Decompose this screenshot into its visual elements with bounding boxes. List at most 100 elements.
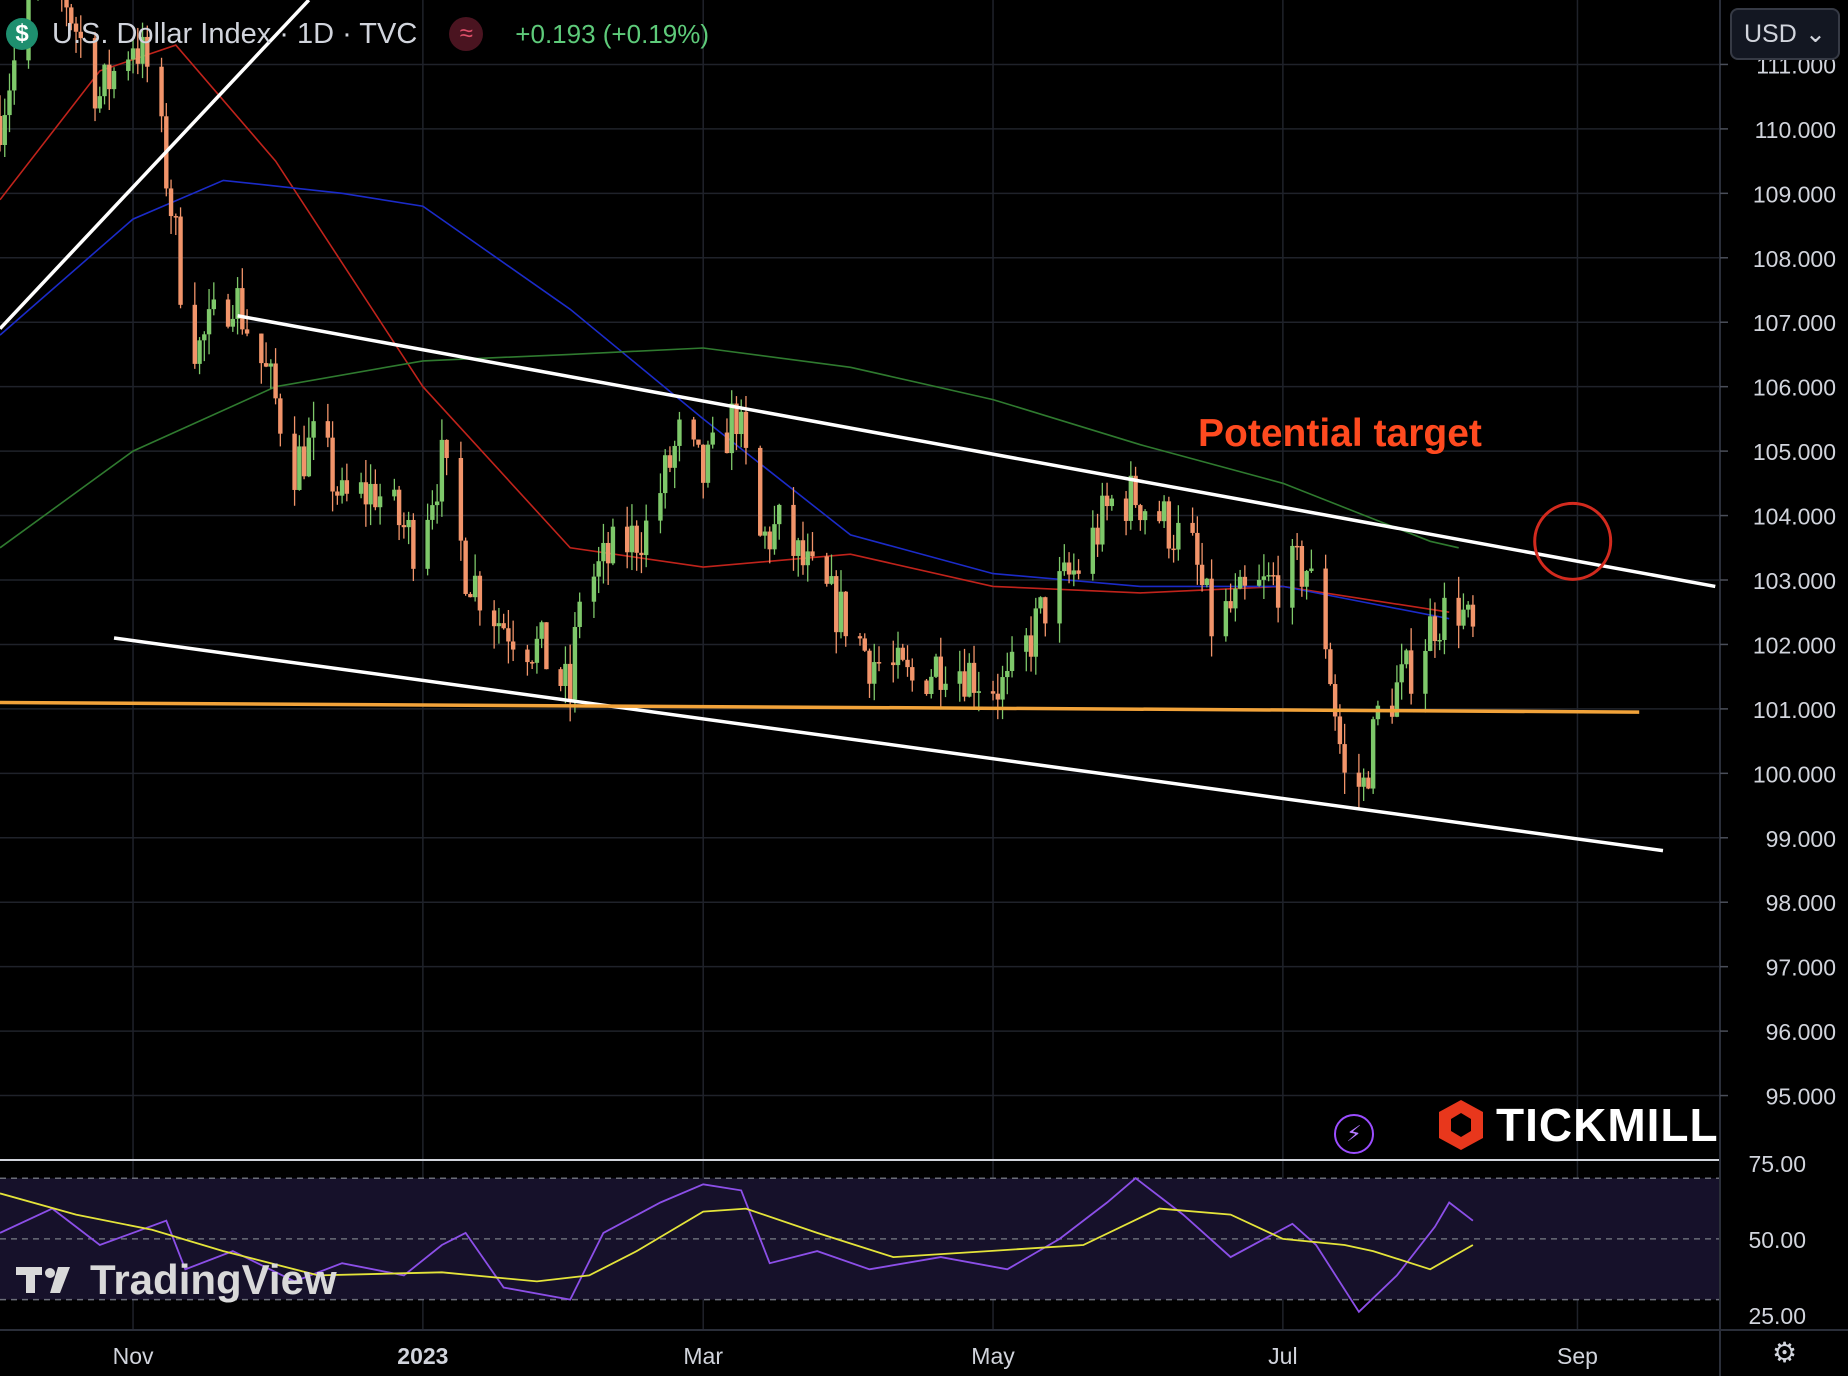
candle-body (259, 333, 264, 364)
candle-body (596, 561, 601, 577)
candle-body (444, 439, 449, 459)
candle-body (1090, 527, 1096, 574)
candle-body (411, 519, 416, 569)
candle-body (591, 576, 597, 602)
candle-body (1323, 568, 1328, 650)
candle-body (634, 525, 639, 553)
candle-body (957, 671, 962, 684)
dollar-coin-icon[interactable]: $ (6, 18, 38, 50)
candle-body (1456, 597, 1461, 626)
candle-body (202, 334, 207, 341)
candle-body (1190, 522, 1195, 533)
rsi-tick-label: 75.00 (1748, 1151, 1806, 1177)
candle-body (7, 90, 12, 116)
candle-body (263, 363, 269, 367)
candle-body (1066, 562, 1072, 575)
candle-body (1404, 650, 1409, 665)
candle-body (967, 662, 972, 697)
price-change: +0.193 (+0.19%) (515, 18, 709, 49)
candle-body (933, 656, 939, 677)
candle-body (605, 542, 611, 564)
candle-body (64, 0, 69, 8)
x-tick-label: Nov (113, 1343, 154, 1369)
candle-body (1294, 545, 1300, 548)
candle-body (672, 445, 677, 468)
candle-body (1275, 575, 1281, 608)
candle-body (1242, 576, 1248, 586)
candle-body (344, 480, 350, 494)
candle-body (1228, 601, 1233, 609)
currency-value: USD (1744, 19, 1797, 48)
candle-body (1461, 609, 1466, 626)
candle-body (1176, 522, 1181, 550)
candle-body (796, 540, 801, 556)
gear-icon[interactable]: ⚙ (1772, 1336, 1797, 1369)
candle-body (534, 638, 540, 663)
candle-body (601, 542, 606, 562)
candle-body (544, 622, 549, 670)
y-tick-label: 98.000 (1766, 890, 1836, 916)
brand-logo: TICKMILL (1436, 1098, 1719, 1152)
rsi-tick-label: 25.00 (1748, 1303, 1806, 1329)
currency-select[interactable]: USD ⌄ (1730, 8, 1840, 60)
candle-body (230, 318, 236, 327)
candle-body (211, 299, 217, 310)
candle-body (377, 496, 383, 508)
candle-body (2, 115, 7, 145)
candle-body (0, 116, 3, 145)
x-tick-label: Sep (1557, 1343, 1598, 1369)
candle-body (891, 662, 896, 666)
candle-body (126, 59, 131, 71)
candle-body (1123, 498, 1129, 521)
y-tick-label: 97.000 (1766, 955, 1836, 981)
candle-body (900, 647, 905, 660)
candle-body (1465, 604, 1471, 610)
y-tick-label: 106.000 (1753, 375, 1836, 401)
tradingview-watermark: TradingView (14, 1256, 337, 1304)
price-chart[interactable]: 111.000110.000109.000108.000107.000106.0… (0, 0, 1848, 1376)
candle-body (107, 64, 112, 90)
candle-body (1375, 705, 1381, 720)
candle-body (990, 691, 996, 694)
candle-body (1076, 570, 1081, 574)
candle-body (1062, 562, 1067, 572)
candle-body (667, 455, 673, 468)
rsi-tick-label: 50.00 (1748, 1227, 1806, 1253)
candle-body (1038, 597, 1043, 609)
trendline[interactable] (113, 636, 1664, 853)
tickmill-hex-icon (1439, 1100, 1483, 1150)
candle-body (173, 216, 179, 218)
candle-body (696, 439, 701, 445)
candle-body (1266, 575, 1271, 577)
candle-body (311, 421, 316, 438)
candle-body (458, 458, 464, 541)
candle-body (1432, 616, 1438, 642)
candle-body (111, 70, 117, 90)
candle-body (1000, 677, 1005, 700)
candle-body (206, 309, 212, 335)
candle-body (396, 489, 402, 526)
candle-body (1256, 579, 1262, 586)
lightning-bolt-icon[interactable]: ⚡ (1334, 1114, 1374, 1154)
y-tick-label: 95.000 (1766, 1084, 1836, 1110)
moving-average-line (0, 44, 1450, 613)
candle-body (425, 519, 430, 569)
candle-body (358, 482, 364, 494)
candle-body (335, 491, 340, 496)
x-tick-label: Mar (683, 1343, 723, 1369)
y-tick-label: 101.000 (1753, 697, 1836, 723)
candle-body (1423, 650, 1428, 694)
candle-body (1328, 649, 1333, 685)
x-tick-label: May (971, 1343, 1015, 1369)
candle-body (225, 299, 231, 327)
candle-body (1370, 719, 1376, 789)
candle-body (895, 647, 901, 666)
candle-body (159, 66, 164, 117)
wave-approx-icon[interactable]: ≈ (449, 17, 484, 51)
moving-average-line (0, 179, 1450, 620)
candle-body (739, 411, 744, 435)
candle-body (962, 671, 967, 697)
candle-body (525, 649, 530, 663)
candle-body (1361, 777, 1366, 787)
symbol-title[interactable]: U.S. Dollar Index · 1D · TVC (52, 18, 417, 51)
